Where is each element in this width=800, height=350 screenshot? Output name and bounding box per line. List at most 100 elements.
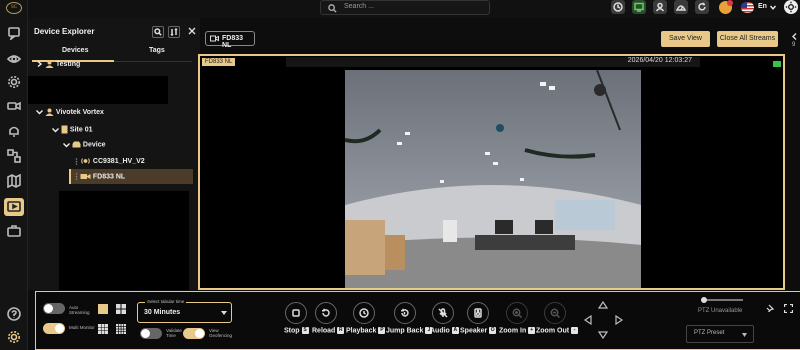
drag-handle-icon[interactable] bbox=[75, 157, 78, 165]
search-icon bbox=[328, 4, 337, 13]
multi-monitor-label: Multi Monitor bbox=[69, 325, 95, 330]
audio-button[interactable] bbox=[432, 302, 454, 324]
view-geofencing-label: View Geofencing bbox=[209, 328, 233, 338]
speaker-button[interactable] bbox=[467, 302, 489, 324]
app-logo: SC bbox=[6, 2, 22, 14]
live-indicator-icon bbox=[773, 61, 781, 67]
chevron-down-icon[interactable] bbox=[770, 5, 776, 10]
ptz-preset-select[interactable]: PTZ Preset bbox=[686, 325, 754, 343]
stop-button[interactable] bbox=[285, 302, 307, 324]
tree-node-label: Testing bbox=[55, 60, 81, 68]
video-viewer[interactable]: FD833 NL 2026/04/20 12:03:27 bbox=[198, 54, 785, 290]
device-folder-icon bbox=[72, 141, 81, 148]
ptz-speed-slider[interactable] bbox=[701, 297, 743, 303]
device-viewer-icon[interactable] bbox=[4, 198, 24, 216]
ptz-unavailable-label: PTZ Unavailable bbox=[698, 308, 743, 314]
gear-icon[interactable] bbox=[7, 75, 21, 89]
left-navigation-rail: SC bbox=[0, 0, 28, 350]
ptz-speed-slider-thumb[interactable] bbox=[701, 297, 707, 303]
map-icon[interactable] bbox=[7, 174, 21, 188]
tree-node-device[interactable]: Device bbox=[63, 141, 105, 148]
layout-3x3-icon[interactable] bbox=[98, 324, 108, 334]
stop-label: Stop S bbox=[284, 327, 309, 335]
caret-down-icon bbox=[221, 311, 227, 315]
tree-node-label: Site 01 bbox=[69, 126, 93, 134]
tree-node-label: Vivotek Vortex bbox=[55, 108, 104, 116]
camera-feed-image bbox=[345, 70, 641, 288]
layout-4x4-icon[interactable] bbox=[116, 324, 126, 334]
ptz-left-arrow-icon[interactable] bbox=[583, 315, 593, 325]
chevron-left-icon[interactable] bbox=[792, 33, 797, 40]
tree-node-fd833[interactable]: FD833 NL bbox=[75, 173, 125, 180]
chevron-right-icon bbox=[37, 61, 43, 67]
video-camera-icon bbox=[80, 174, 91, 179]
camera-tab-label: FD833 NL bbox=[222, 35, 244, 49]
auto-streaming-toggle[interactable] bbox=[43, 303, 65, 314]
search-devices-button[interactable] bbox=[152, 26, 164, 38]
user-icon[interactable] bbox=[653, 0, 667, 14]
reload-button[interactable] bbox=[315, 302, 337, 324]
playback-button[interactable] bbox=[353, 302, 375, 324]
camera-tab[interactable]: FD833 NL bbox=[205, 31, 255, 49]
tab-tags[interactable]: Tags bbox=[149, 47, 165, 54]
sort-devices-button[interactable] bbox=[168, 26, 180, 38]
chat-icon[interactable] bbox=[7, 26, 21, 40]
jump-back-button[interactable] bbox=[394, 302, 416, 324]
briefcase-icon[interactable] bbox=[7, 224, 21, 238]
zoom-in-button[interactable] bbox=[506, 302, 528, 324]
dashboard-icon[interactable] bbox=[674, 0, 688, 14]
zoom-in-label: Zoom In + bbox=[499, 327, 536, 334]
tree-placeholder-block bbox=[59, 191, 189, 290]
speaker-label: Speaker O bbox=[460, 327, 497, 335]
device-explorer-title: Device Explorer bbox=[34, 27, 95, 36]
network-icon[interactable] bbox=[7, 149, 21, 163]
tab-devices[interactable]: Devices bbox=[62, 47, 88, 54]
tree-node-cc9381[interactable]: CC9381_HV_V2 bbox=[75, 157, 145, 165]
tabular-time-select[interactable]: Select tabular time 30 Minutes bbox=[137, 299, 232, 323]
playback-control-bar: Auto Streaming Multi Monitor Select tabu… bbox=[35, 291, 800, 350]
zoom-out-label: Zoom Out - bbox=[536, 327, 579, 334]
tree-node-label: FD833 NL bbox=[92, 173, 126, 181]
notification-avatar[interactable] bbox=[719, 0, 733, 14]
multi-monitor-toggle[interactable] bbox=[43, 323, 65, 334]
device-explorer-panel: Device Explorer Devices Tags Testing Viv… bbox=[28, 18, 200, 290]
playback-label: Playback P bbox=[346, 327, 386, 335]
language-selector[interactable]: En bbox=[758, 3, 767, 10]
chevron-down-icon bbox=[63, 142, 70, 147]
clock-icon[interactable] bbox=[611, 0, 625, 14]
wifi-camera-icon bbox=[81, 158, 90, 164]
ptz-up-arrow-icon[interactable] bbox=[598, 300, 608, 310]
eye-icon[interactable] bbox=[7, 52, 21, 66]
search-box[interactable]: Search ... bbox=[320, 0, 490, 15]
close-all-streams-button[interactable]: Close All Streams bbox=[717, 31, 778, 47]
validate-time-toggle[interactable] bbox=[140, 328, 162, 339]
fullscreen-icon[interactable] bbox=[784, 304, 793, 313]
bell-icon[interactable] bbox=[7, 124, 21, 138]
tabular-time-select-label: Select tabular time bbox=[145, 299, 187, 304]
close-icon[interactable] bbox=[188, 27, 196, 35]
zoom-out-button[interactable] bbox=[544, 302, 566, 324]
chevron-down-icon bbox=[36, 110, 43, 115]
ptz-down-arrow-icon[interactable] bbox=[598, 330, 608, 340]
app-logo-text: SC bbox=[11, 5, 18, 10]
help-icon[interactable] bbox=[7, 307, 21, 321]
monitor-icon[interactable] bbox=[632, 0, 646, 14]
audio-label: Audio A bbox=[430, 327, 459, 335]
view-geofencing-toggle[interactable] bbox=[183, 328, 205, 339]
settings-icon[interactable] bbox=[7, 330, 21, 344]
search-input[interactable]: Search ... bbox=[344, 3, 374, 10]
layout-1x1-icon[interactable] bbox=[98, 304, 108, 314]
tree-node-vivotek-vortex[interactable]: Vivotek Vortex bbox=[36, 108, 104, 116]
video-camera-icon[interactable] bbox=[7, 99, 21, 113]
tree-node-site-01[interactable]: Site 01 bbox=[52, 125, 92, 134]
ptz-preset-value: PTZ Preset bbox=[694, 330, 725, 336]
tree-node-testing[interactable]: Testing bbox=[36, 60, 80, 68]
ptz-right-arrow-icon[interactable] bbox=[614, 315, 624, 325]
refresh-icon[interactable] bbox=[695, 0, 709, 14]
theme-toggle-icon[interactable] bbox=[784, 0, 798, 14]
save-view-button[interactable]: Save View bbox=[661, 31, 710, 47]
drag-handle-icon[interactable] bbox=[75, 173, 78, 180]
pin-icon[interactable] bbox=[766, 304, 774, 312]
layout-2x2-icon[interactable] bbox=[116, 304, 126, 314]
chevron-down-icon bbox=[52, 127, 59, 132]
